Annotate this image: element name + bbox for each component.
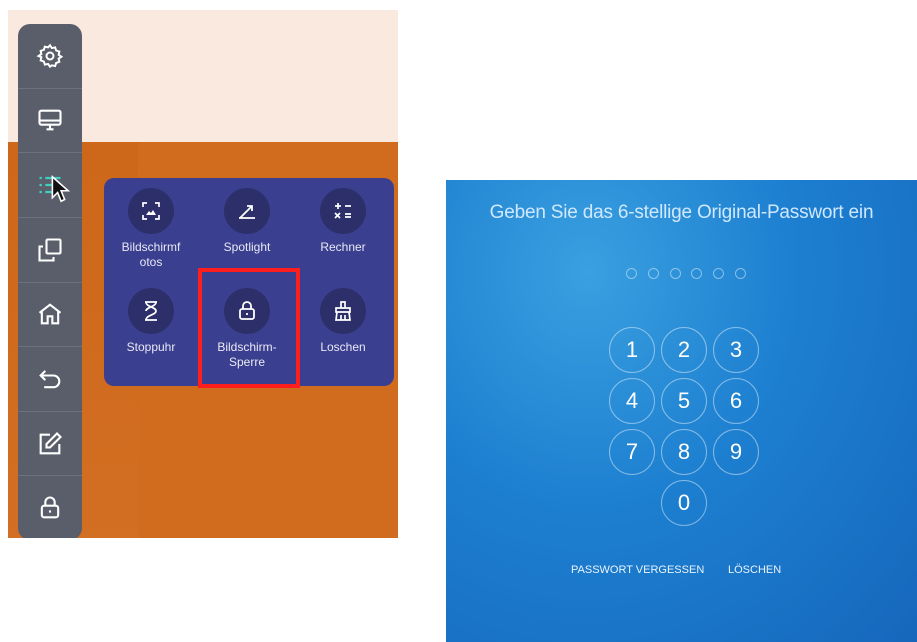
pin-dot: [626, 268, 637, 279]
tool-label-line2: otos: [139, 255, 163, 269]
highlight-box: [198, 268, 300, 388]
forgot-password-button[interactable]: PASSWORT VERGESSEN: [571, 564, 704, 576]
tool-label-line1: Bildschirmf: [121, 240, 181, 254]
tool-label-line1: Rechner: [320, 240, 366, 254]
screenshot-icon: [142, 202, 160, 220]
gear-icon: [36, 43, 64, 68]
monitor-icon: [38, 110, 62, 131]
home-icon: [38, 303, 62, 325]
sidebar-item-tools[interactable]: [18, 153, 82, 218]
lockscreen-title: Geben Sie das 6-stellige Original-Passwo…: [489, 202, 874, 223]
keypad-key-1[interactable]: 1: [609, 327, 655, 373]
tool-calculator[interactable]: Rechner: [298, 188, 388, 255]
keypad-key-5[interactable]: 5: [661, 378, 707, 424]
keypad-key-2[interactable]: 2: [661, 327, 707, 373]
sidebar-item-display[interactable]: [18, 89, 82, 154]
pin-dots: [626, 268, 746, 279]
delete-button[interactable]: LÖSCHEN: [728, 564, 781, 576]
pin-dot: [691, 268, 703, 279]
lockscreen-panel: Geben Sie das 6-stellige Original-Passwo…: [446, 180, 917, 642]
sidebar-item-home[interactable]: [18, 283, 82, 348]
tool-circle: [224, 188, 270, 234]
hourglass-icon: [145, 301, 157, 321]
tool-stopwatch[interactable]: Stoppuhr: [106, 288, 196, 355]
sidebar-item-back[interactable]: [18, 347, 82, 412]
sidebar: [18, 24, 82, 538]
windows-icon: [38, 238, 62, 262]
tool-spotlight[interactable]: Spotlight: [202, 188, 292, 255]
tool-label-line1: Stoppuhr: [126, 340, 176, 354]
tool-circle: [320, 288, 366, 334]
keypad-key-6[interactable]: 6: [713, 378, 759, 424]
pin-dot: [734, 268, 746, 279]
keypad-key-7[interactable]: 7: [609, 429, 655, 475]
tool-circle: [128, 288, 174, 334]
keypad-key-8[interactable]: 8: [661, 429, 707, 475]
lock-icon: [40, 496, 60, 519]
keypad-key-0[interactable]: 0: [661, 480, 707, 526]
tool-clear[interactable]: Loschen: [298, 288, 388, 355]
tool-screenshot[interactable]: Bildschirmf otos: [106, 188, 196, 270]
tool-circle: [128, 188, 174, 234]
back-icon: [39, 370, 61, 389]
keypad-key-4[interactable]: 4: [609, 378, 655, 424]
pin-dot: [669, 268, 681, 279]
sidebar-item-windows[interactable]: [18, 218, 82, 283]
broom-icon: [335, 301, 351, 321]
sidebar-item-settings[interactable]: [18, 24, 82, 89]
edit-icon: [39, 431, 62, 454]
sidebar-item-lock[interactable]: [18, 476, 82, 538]
sidebar-item-annotate[interactable]: [18, 412, 82, 477]
keypad-key-9[interactable]: 9: [713, 429, 759, 475]
tool-label-line1: Spotlight: [223, 240, 271, 254]
tool-label-line1: Loschen: [320, 340, 366, 354]
keypad-key-3[interactable]: 3: [713, 327, 759, 373]
pin-dot: [713, 268, 725, 279]
tool-circle: [320, 188, 366, 234]
toolbar-screenshot: Bildschirmf otos Spotlight Rechner Stoppu…: [8, 10, 398, 538]
mouse-cursor-icon: [51, 175, 71, 203]
calculator-icon: [334, 203, 351, 219]
pin-dot: [647, 268, 659, 279]
spotlight-icon: [239, 205, 255, 219]
